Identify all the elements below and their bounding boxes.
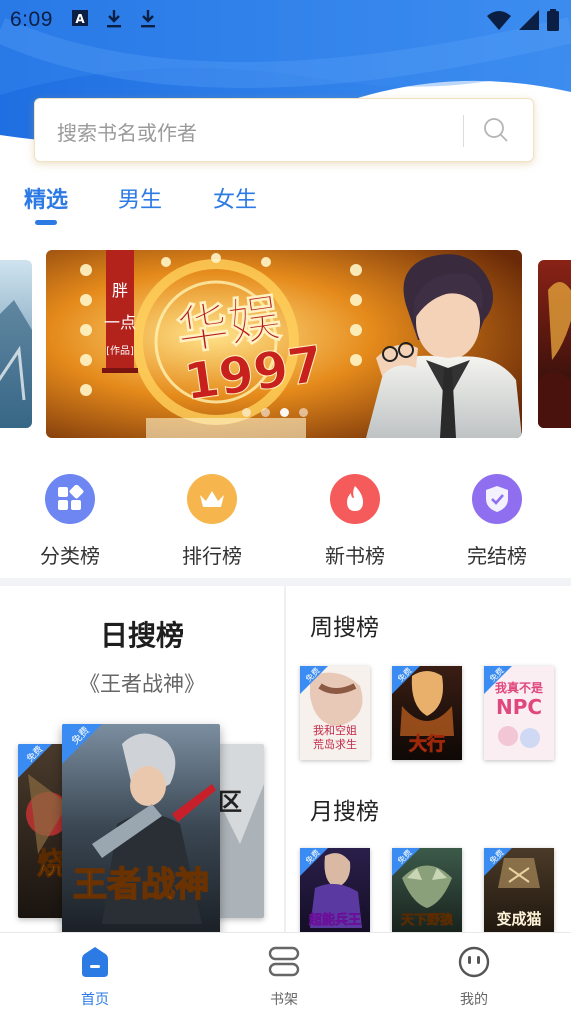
flame-icon (330, 474, 380, 524)
free-badge: 免费 (62, 724, 102, 764)
svg-text:荒岛求生: 荒岛求生 (313, 737, 357, 751)
svg-text:区: 区 (218, 788, 242, 816)
daily-rank-featured-book: 《王者战神》 (79, 672, 205, 696)
signal-icon (519, 10, 539, 30)
nav-home[interactable]: 首页 (50, 945, 140, 1009)
free-badge: 免费 (300, 666, 328, 694)
svg-text:大行: 大行 (409, 733, 445, 755)
free-badge: 免费 (300, 848, 328, 876)
free-badge: 免费 (484, 666, 512, 694)
daily-rank-panel[interactable]: 日搜榜 《王者战神》 烧 免费 区 王者战神 免费 (0, 586, 284, 934)
category-icon (45, 474, 95, 524)
free-badge: 免费 (484, 848, 512, 876)
section-divider (0, 578, 571, 586)
wifi-icon (487, 11, 511, 30)
banner-author-label-2: 一点 (104, 313, 136, 332)
download-icon (141, 10, 155, 28)
rank-completed-label: 完结榜 (467, 544, 527, 568)
quick-nav: 分类榜 排行榜 新书榜 完结榜 (0, 474, 571, 574)
banner-dot[interactable] (299, 408, 308, 417)
banner-dot-active[interactable] (280, 408, 289, 417)
monthly-rank-title[interactable]: 月搜榜 (310, 792, 379, 826)
tab-featured[interactable]: 精选 (24, 182, 68, 214)
weekly-rank-title[interactable]: 周搜榜 (310, 608, 379, 642)
banner-author-suffix: [作品] (106, 345, 134, 357)
rank-ranking[interactable]: 排行榜 (157, 474, 267, 569)
svg-text:我和空姐: 我和空姐 (313, 723, 357, 737)
search-placeholder: 搜索书名或作者 (57, 121, 197, 145)
rank-lists-panel: 周搜榜 我和空姐 荒岛求生 免费 大行 免费 我真不是 NPC 免费 月搜榜 超… (286, 586, 571, 932)
monthly-book-3[interactable]: 变成猫 免费 (484, 848, 554, 932)
weekly-book-1[interactable]: 我和空姐 荒岛求生 免费 (300, 666, 370, 760)
featured-cover-title: 王者战神 (73, 865, 209, 905)
rank-completed[interactable]: 完结榜 (442, 474, 552, 569)
home-icon (82, 947, 108, 977)
banner-main-slide[interactable]: 胖 一点 [作品] 华娱 1997 (46, 250, 522, 438)
nav-profile[interactable]: 我的 (429, 945, 519, 1009)
status-bar: 6:09 A (0, 0, 571, 40)
free-badge: 免费 (18, 744, 52, 778)
svg-text:变成猫: 变成猫 (496, 910, 541, 928)
rank-ranking-label: 排行榜 (182, 544, 242, 568)
profile-icon (458, 946, 490, 978)
nav-bookshelf[interactable]: 书架 (239, 945, 329, 1009)
shield-check-icon (472, 474, 522, 524)
banner-carousel[interactable]: 胖 一点 [作品] 华娱 1997 (0, 250, 571, 438)
nav-bookshelf-label: 书架 (270, 992, 298, 1008)
crown-icon (187, 474, 237, 524)
banner-next-slide[interactable] (538, 260, 571, 428)
svg-text:超能兵王: 超能兵王 (309, 912, 361, 928)
download-icon (107, 10, 121, 28)
rank-category[interactable]: 分类榜 (15, 474, 125, 569)
search-input[interactable]: 搜索书名或作者 (34, 98, 534, 162)
banner-author-label-1: 胖 (112, 281, 128, 300)
monthly-book-2[interactable]: 天下野狼 免费 (392, 848, 462, 932)
svg-text:A: A (75, 12, 85, 26)
weekly-book-3[interactable]: 我真不是 NPC 免费 (484, 666, 554, 760)
banner-dot[interactable] (261, 408, 270, 417)
nav-profile-label: 我的 (460, 992, 488, 1008)
svg-text:天下野狼: 天下野狼 (401, 912, 454, 928)
featured-book-cover[interactable]: 王者战神 免费 (62, 724, 220, 934)
rank-new-books[interactable]: 新书榜 (300, 474, 410, 569)
banner-dot[interactable] (242, 408, 251, 417)
tab-male[interactable]: 男生 (118, 182, 162, 214)
banner-prev-slide[interactable] (0, 260, 32, 428)
nav-home-label: 首页 (81, 992, 109, 1008)
banner-pagination (242, 408, 308, 417)
daily-rank-title: 日搜榜 (99, 619, 184, 652)
tab-female[interactable]: 女生 (213, 182, 257, 214)
free-badge: 免费 (392, 666, 420, 694)
rank-new-books-label: 新书榜 (325, 544, 385, 568)
weekly-book-2[interactable]: 大行 免费 (392, 666, 462, 760)
search-divider (463, 115, 464, 147)
monthly-book-1[interactable]: 超能兵王 免费 (300, 848, 370, 932)
free-badge: 免费 (392, 848, 420, 876)
bookshelf-icon (268, 946, 300, 977)
battery-icon (547, 9, 559, 31)
rank-category-label: 分类榜 (40, 544, 100, 568)
search-icon[interactable] (483, 117, 509, 143)
svg-text:NPC: NPC (496, 695, 542, 719)
bottom-navigation: 首页 书架 我的 (0, 932, 571, 1012)
status-time: 6:09 (10, 8, 53, 31)
active-tab-indicator (35, 220, 57, 225)
category-tabs: 精选 男生 女生 (0, 182, 571, 226)
a-notification-icon: A (72, 10, 88, 26)
